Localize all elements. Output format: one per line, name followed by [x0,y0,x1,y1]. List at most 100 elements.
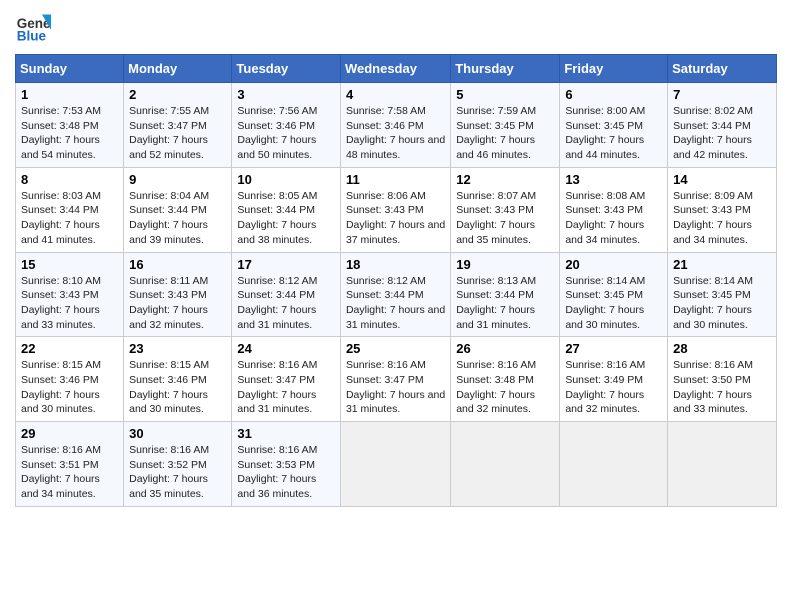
calendar-cell: 29 Sunrise: 8:16 AMSunset: 3:51 PMDayligh… [16,422,124,507]
day-info: Sunrise: 8:16 AMSunset: 3:47 PMDaylight:… [237,358,335,417]
day-info: Sunrise: 8:03 AMSunset: 3:44 PMDaylight:… [21,189,118,248]
weekday-header: Monday [124,55,232,83]
day-number: 1 [21,87,118,102]
day-number: 9 [129,172,226,187]
weekday-header: Saturday [668,55,777,83]
day-number: 25 [346,341,445,356]
calendar-cell: 27Sunrise: 8:16 AMSunset: 3:49 PMDayligh… [560,337,668,422]
calendar-cell [668,422,777,507]
day-info: Sunrise: 8:09 AMSunset: 3:43 PMDaylight:… [673,189,771,248]
day-number: 7 [673,87,771,102]
day-number: 4 [346,87,445,102]
calendar-cell: 28 Sunrise: 8:16 AMSunset: 3:50 PMDayligh… [668,337,777,422]
day-info: Sunrise: 8:16 AMSunset: 3:52 PMDaylight:… [129,443,226,502]
logo: General Blue [15,10,53,46]
day-number: 15 [21,257,118,272]
day-number: 29 [21,426,118,441]
day-info: Sunrise: 8:10 AMSunset: 3:43 PMDaylight:… [21,274,118,333]
day-number: 16 [129,257,226,272]
calendar-cell: 25 Sunrise: 8:16 AMSunset: 3:47 PMDayligh… [340,337,450,422]
day-info: Sunrise: 7:58 AMSunset: 3:46 PMDaylight:… [346,104,445,163]
day-number: 5 [456,87,554,102]
day-info: Sunrise: 8:16 AMSunset: 3:50 PMDaylight:… [673,358,771,417]
calendar-cell: 5 Sunrise: 7:59 AMSunset: 3:45 PMDaylight… [451,83,560,168]
day-number: 13 [565,172,662,187]
header: General Blue [15,10,777,46]
weekday-header: Sunday [16,55,124,83]
calendar-cell: 31 Sunrise: 8:16 AMSunset: 3:53 PMDayligh… [232,422,341,507]
day-info: Sunrise: 8:11 AMSunset: 3:43 PMDaylight:… [129,274,226,333]
calendar-cell: 3 Sunrise: 7:56 AMSunset: 3:46 PMDaylight… [232,83,341,168]
calendar-cell: 12 Sunrise: 8:07 AMSunset: 3:43 PMDayligh… [451,167,560,252]
day-info: Sunrise: 8:05 AMSunset: 3:44 PMDaylight:… [237,189,335,248]
calendar-cell: 9 Sunrise: 8:04 AMSunset: 3:44 PMDaylight… [124,167,232,252]
day-info: Sunrise: 7:53 AMSunset: 3:48 PMDaylight:… [21,104,118,163]
weekday-header: Thursday [451,55,560,83]
calendar-cell [560,422,668,507]
calendar-cell: 15 Sunrise: 8:10 AMSunset: 3:43 PMDayligh… [16,252,124,337]
calendar-cell: 13 Sunrise: 8:08 AMSunset: 3:43 PMDayligh… [560,167,668,252]
day-number: 19 [456,257,554,272]
calendar-cell: 7 Sunrise: 8:02 AMSunset: 3:44 PMDaylight… [668,83,777,168]
weekday-header: Friday [560,55,668,83]
day-number: 10 [237,172,335,187]
calendar-cell: 24 Sunrise: 8:16 AMSunset: 3:47 PMDayligh… [232,337,341,422]
day-info: Sunrise: 8:16 AMSunset: 3:47 PMDaylight:… [346,358,445,417]
day-number: 6 [565,87,662,102]
day-info: Sunrise: 8:06 AMSunset: 3:43 PMDaylight:… [346,189,445,248]
day-number: 30 [129,426,226,441]
day-info: Sunrise: 8:08 AMSunset: 3:43 PMDaylight:… [565,189,662,248]
day-info: Sunrise: 8:16 AMSunset: 3:51 PMDaylight:… [21,443,118,502]
day-info: Sunrise: 8:00 AMSunset: 3:45 PMDaylight:… [565,104,662,163]
day-number: 11 [346,172,445,187]
svg-text:Blue: Blue [17,29,47,44]
day-info: Sunrise: 7:55 AMSunset: 3:47 PMDaylight:… [129,104,226,163]
day-info: Sunrise: 8:12 AMSunset: 3:44 PMDaylight:… [237,274,335,333]
day-info: Sunrise: 7:56 AMSunset: 3:46 PMDaylight:… [237,104,335,163]
day-number: 2 [129,87,226,102]
day-info: Sunrise: 8:12 AMSunset: 3:44 PMDaylight:… [346,274,445,333]
calendar-cell: 4 Sunrise: 7:58 AMSunset: 3:46 PMDaylight… [340,83,450,168]
calendar-cell: 17 Sunrise: 8:12 AMSunset: 3:44 PMDayligh… [232,252,341,337]
day-info: Sunrise: 8:16 AMSunset: 3:53 PMDaylight:… [237,443,335,502]
day-number: 12 [456,172,554,187]
day-number: 31 [237,426,335,441]
calendar-cell: 21 Sunrise: 8:14 AMSunset: 3:45 PMDayligh… [668,252,777,337]
calendar-cell: 18 Sunrise: 8:12 AMSunset: 3:44 PMDayligh… [340,252,450,337]
day-info: Sunrise: 8:15 AMSunset: 3:46 PMDaylight:… [129,358,226,417]
day-number: 21 [673,257,771,272]
day-number: 18 [346,257,445,272]
day-info: Sunrise: 8:15 AMSunset: 3:46 PMDaylight:… [21,358,118,417]
day-number: 17 [237,257,335,272]
weekday-header: Wednesday [340,55,450,83]
day-number: 8 [21,172,118,187]
calendar-cell: 19 Sunrise: 8:13 AMSunset: 3:44 PMDayligh… [451,252,560,337]
calendar-cell: 20Sunrise: 8:14 AMSunset: 3:45 PMDayligh… [560,252,668,337]
day-number: 24 [237,341,335,356]
day-info: Sunrise: 8:16 AMSunset: 3:48 PMDaylight:… [456,358,554,417]
calendar-cell: 23Sunrise: 8:15 AMSunset: 3:46 PMDayligh… [124,337,232,422]
day-info: Sunrise: 7:59 AMSunset: 3:45 PMDaylight:… [456,104,554,163]
calendar-cell: 26Sunrise: 8:16 AMSunset: 3:48 PMDayligh… [451,337,560,422]
day-info: Sunrise: 8:16 AMSunset: 3:49 PMDaylight:… [565,358,662,417]
day-info: Sunrise: 8:14 AMSunset: 3:45 PMDaylight:… [673,274,771,333]
calendar-cell: 11 Sunrise: 8:06 AMSunset: 3:43 PMDayligh… [340,167,450,252]
day-info: Sunrise: 8:13 AMSunset: 3:44 PMDaylight:… [456,274,554,333]
calendar-cell: 16 Sunrise: 8:11 AMSunset: 3:43 PMDayligh… [124,252,232,337]
weekday-header: Tuesday [232,55,341,83]
calendar-cell: 30 Sunrise: 8:16 AMSunset: 3:52 PMDayligh… [124,422,232,507]
calendar-cell: 10 Sunrise: 8:05 AMSunset: 3:44 PMDayligh… [232,167,341,252]
day-info: Sunrise: 8:04 AMSunset: 3:44 PMDaylight:… [129,189,226,248]
calendar-cell: 2 Sunrise: 7:55 AMSunset: 3:47 PMDaylight… [124,83,232,168]
day-number: 28 [673,341,771,356]
calendar-cell: 6 Sunrise: 8:00 AMSunset: 3:45 PMDaylight… [560,83,668,168]
calendar-table: SundayMondayTuesdayWednesdayThursdayFrid… [15,54,777,507]
day-number: 14 [673,172,771,187]
day-info: Sunrise: 8:02 AMSunset: 3:44 PMDaylight:… [673,104,771,163]
day-info: Sunrise: 8:14 AMSunset: 3:45 PMDaylight:… [565,274,662,333]
calendar-cell: 22Sunrise: 8:15 AMSunset: 3:46 PMDayligh… [16,337,124,422]
calendar-cell: 14 Sunrise: 8:09 AMSunset: 3:43 PMDayligh… [668,167,777,252]
calendar-cell [451,422,560,507]
day-info: Sunrise: 8:07 AMSunset: 3:43 PMDaylight:… [456,189,554,248]
day-number: 3 [237,87,335,102]
